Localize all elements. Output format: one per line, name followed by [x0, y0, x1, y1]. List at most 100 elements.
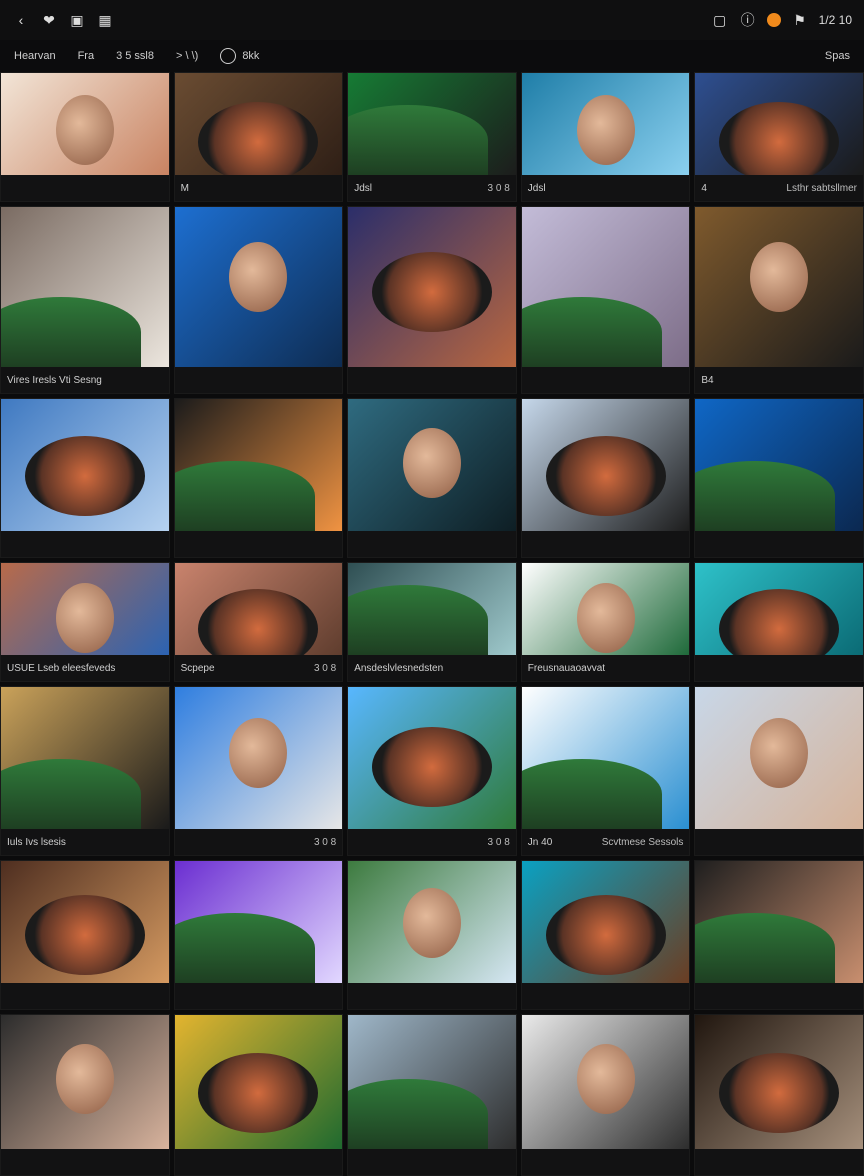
thumbnail[interactable] — [174, 207, 343, 367]
media-tile[interactable] — [173, 860, 344, 1010]
subbar-item-4[interactable]: > \ \) — [176, 50, 198, 62]
media-tile[interactable] — [173, 206, 344, 394]
thumbnail[interactable] — [1, 861, 169, 983]
thumbnail[interactable] — [1, 399, 169, 531]
landscape-subject — [521, 297, 662, 367]
thumbnail[interactable] — [695, 861, 863, 983]
thumbnail[interactable] — [521, 1015, 690, 1149]
thumbnail[interactable] — [695, 207, 863, 367]
caption-text: Vires Iresls Vti Sesng — [7, 374, 102, 386]
media-tile[interactable]: Vires Iresls Vti Sesng — [0, 206, 170, 394]
thumbnail[interactable] — [521, 563, 690, 655]
media-tile[interactable]: 4 Lsthr sabtsllmer — [694, 72, 864, 202]
thumbnail[interactable] — [521, 687, 690, 829]
thumbnail[interactable] — [348, 73, 516, 175]
media-tile[interactable] — [694, 686, 864, 856]
tile-caption — [1, 531, 169, 557]
media-tile[interactable]: Iuls Ivs lsesis — [0, 686, 170, 856]
media-tile[interactable] — [0, 860, 170, 1010]
caption-text: Ansdeslvlesnedsten — [354, 662, 444, 674]
thumbnail[interactable] — [348, 207, 516, 367]
thumbnail[interactable] — [521, 861, 690, 983]
tile-caption — [521, 367, 690, 393]
media-tile[interactable]: USUE Lseb eleesfeveds — [0, 562, 170, 682]
media-tile[interactable]: 3 0 8 — [173, 686, 344, 856]
thumbnail[interactable] — [348, 399, 516, 531]
thumbnail[interactable] — [174, 399, 343, 531]
subbar-item-5-label: 8kk — [242, 50, 260, 62]
media-tile[interactable] — [173, 398, 344, 558]
thumbnail[interactable] — [1, 1015, 169, 1149]
thumbnail[interactable] — [521, 73, 690, 175]
media-tile[interactable] — [0, 398, 170, 558]
heart-icon[interactable]: ❤ — [40, 11, 58, 29]
thumbnail[interactable] — [695, 687, 863, 829]
thumbnail[interactable] — [348, 687, 516, 829]
thumbnail[interactable] — [174, 687, 343, 829]
thumbnail[interactable] — [174, 73, 343, 182]
thumbnail[interactable] — [1, 73, 169, 175]
food-subject — [198, 101, 319, 182]
thumbnail[interactable] — [348, 1015, 516, 1149]
flag-icon[interactable]: ⚑ — [791, 11, 809, 29]
thumbnail[interactable] — [695, 399, 863, 531]
thumbnail[interactable] — [174, 563, 343, 669]
media-tile[interactable]: 3 0 8 — [347, 686, 517, 856]
subbar-item-2[interactable]: Fra — [78, 50, 95, 62]
media-tile[interactable] — [694, 562, 864, 682]
media-tile[interactable] — [347, 398, 517, 558]
subbar-item-1[interactable]: Hearvan — [14, 50, 56, 62]
square-icon[interactable]: ▢ — [711, 11, 729, 29]
media-tile[interactable] — [520, 206, 691, 394]
thumbnail[interactable] — [521, 207, 690, 367]
app-icon[interactable]: ▣ — [68, 11, 86, 29]
subbar-item-3[interactable]: 3 5 ssl8 — [116, 50, 154, 62]
subbar-right-label[interactable]: Spas — [825, 50, 850, 62]
media-tile[interactable] — [694, 398, 864, 558]
top-bar-right: ▢ ⓘ ⚑ 1/2 10 — [711, 11, 852, 29]
thumbnail[interactable] — [348, 563, 516, 655]
thumbnail[interactable] — [521, 399, 690, 531]
back-icon[interactable]: ‹ — [12, 11, 30, 29]
tile-caption — [1, 983, 169, 1009]
media-tile[interactable] — [347, 206, 517, 394]
media-tile[interactable]: Scpepe 3 0 8 — [173, 562, 344, 682]
media-tile[interactable]: M — [173, 72, 344, 202]
media-tile[interactable]: Jdsl 3 0 8 — [347, 72, 517, 202]
thumbnail[interactable] — [695, 1015, 863, 1149]
orange-dot-icon[interactable] — [766, 13, 781, 27]
portrait-subject — [402, 428, 461, 499]
thumbnail[interactable] — [348, 861, 516, 983]
caption-meta: Scvtmese Sessols — [601, 836, 684, 848]
tile-caption — [695, 1149, 863, 1175]
media-tile[interactable] — [694, 860, 864, 1010]
tile-caption — [695, 829, 863, 855]
grid-icon[interactable]: ▦ — [96, 11, 114, 29]
media-tile[interactable]: Jn 40 Scvtmese Sessols — [520, 686, 691, 856]
landscape-subject — [348, 585, 489, 655]
portrait-subject — [55, 95, 114, 166]
portrait-subject — [229, 718, 288, 789]
tile-caption: Jdsl — [521, 175, 690, 201]
thumbnail[interactable] — [0, 687, 169, 829]
info-icon[interactable]: ⓘ — [739, 11, 757, 29]
thumbnail[interactable] — [174, 861, 343, 983]
food-subject — [719, 1052, 840, 1133]
caption-text: M — [180, 182, 189, 194]
subbar-item-5[interactable]: 8kk — [220, 48, 259, 64]
media-tile[interactable] — [520, 860, 691, 1010]
media-tile[interactable] — [347, 860, 517, 1010]
media-tile[interactable] — [0, 72, 170, 202]
media-tile[interactable]: Ansdeslvlesnedsten — [347, 562, 517, 682]
status-text: 1/2 10 — [818, 13, 852, 27]
thumbnail[interactable] — [174, 1015, 343, 1149]
thumbnail[interactable] — [695, 563, 863, 669]
thumbnail[interactable] — [0, 207, 169, 367]
thumbnail[interactable] — [1, 563, 169, 655]
media-tile[interactable] — [520, 398, 691, 558]
media-tile[interactable]: Freusnauaoavvat — [520, 562, 691, 682]
portrait-subject — [229, 242, 288, 313]
media-tile[interactable]: Jdsl — [520, 72, 691, 202]
thumbnail[interactable] — [695, 73, 863, 182]
media-tile[interactable]: B4 — [694, 206, 864, 394]
